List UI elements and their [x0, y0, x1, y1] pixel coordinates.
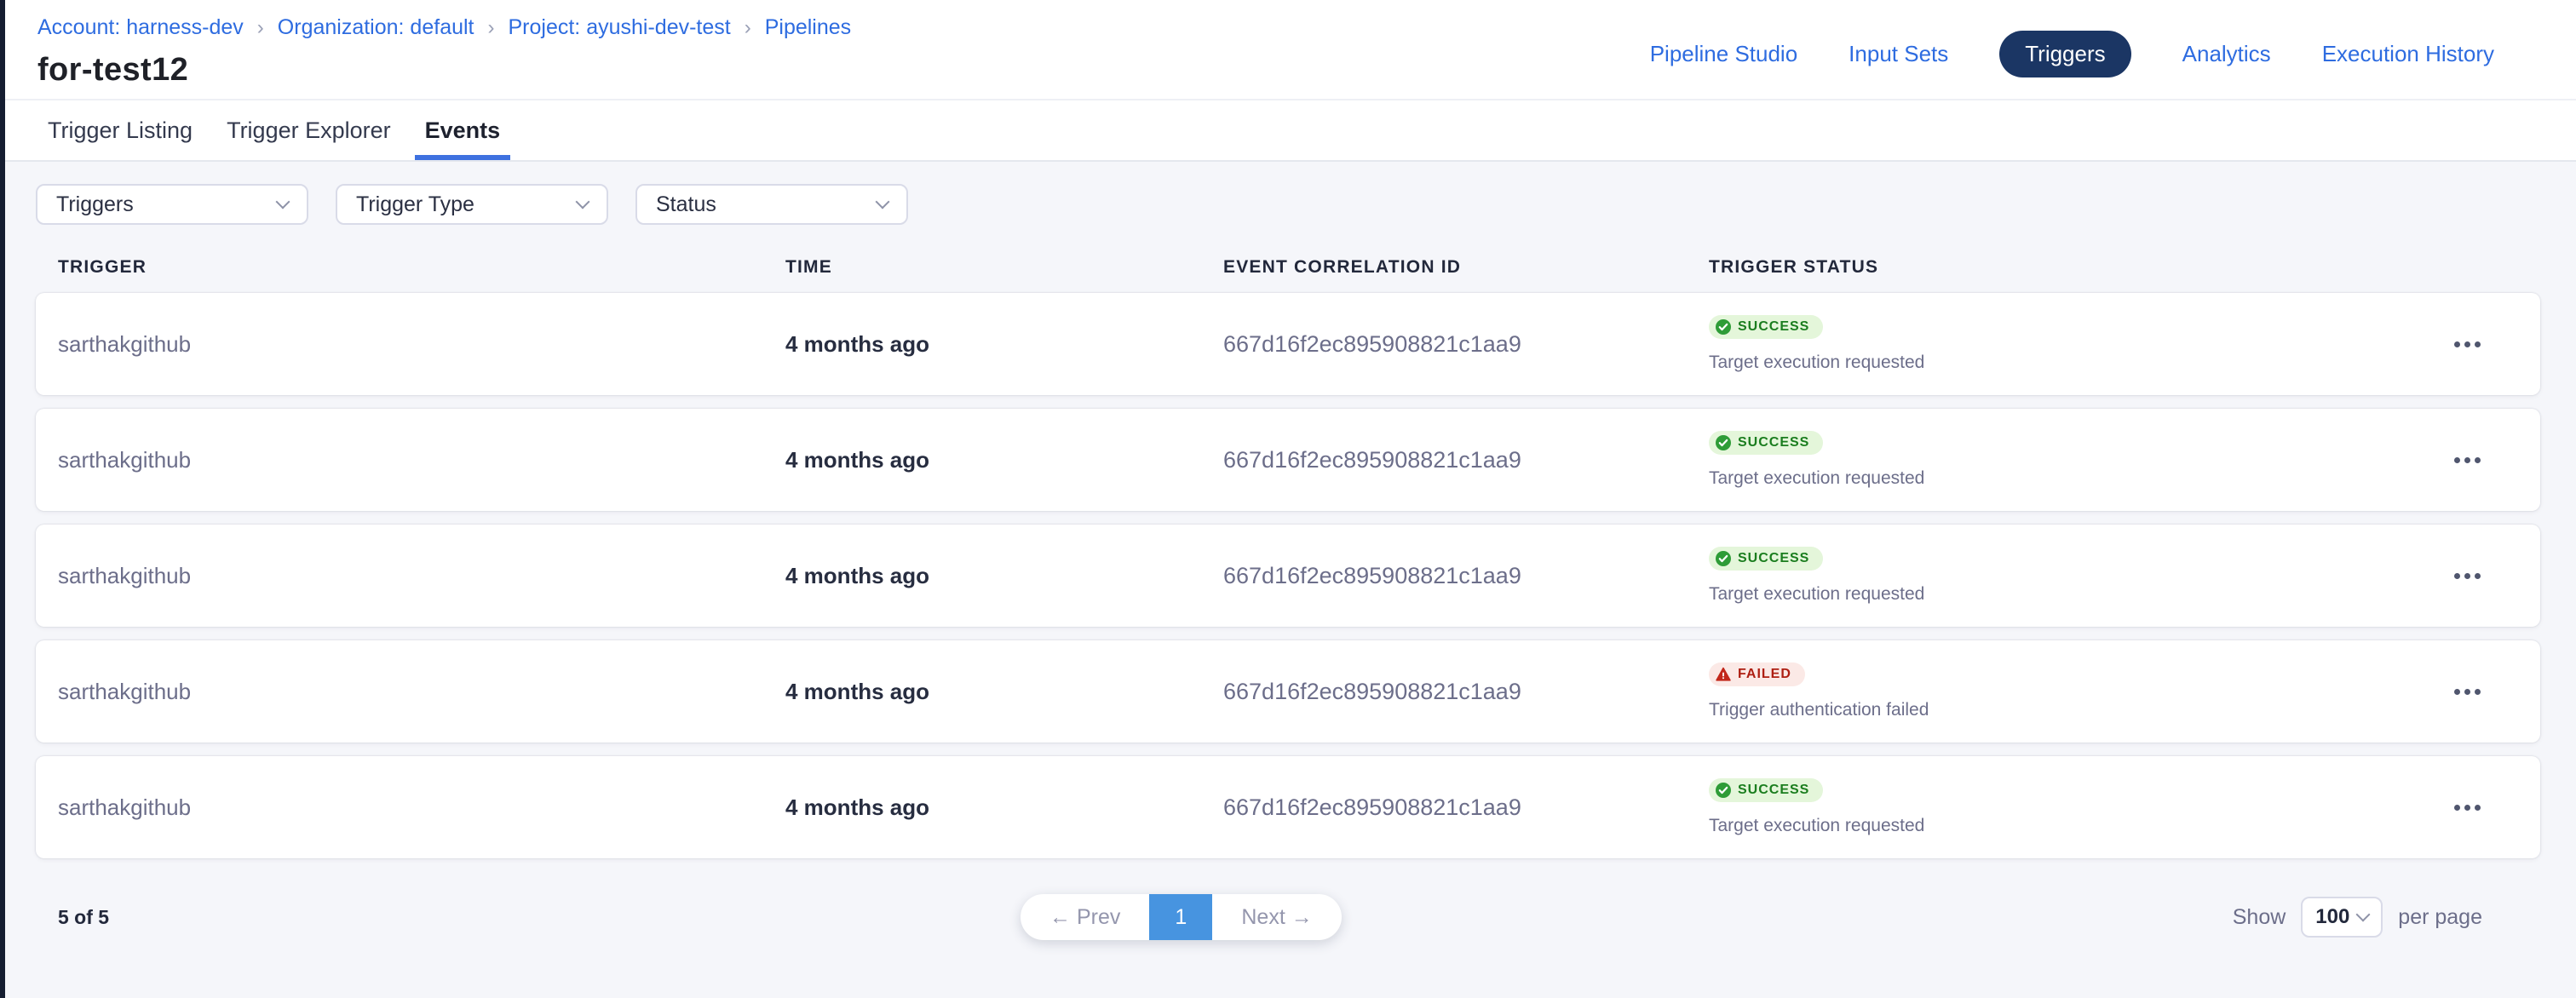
- row-actions-button[interactable]: [2416, 409, 2518, 511]
- warning-triangle-icon: [1716, 667, 1731, 682]
- nav-input-sets[interactable]: Input Sets: [1849, 41, 1948, 67]
- event-row[interactable]: sarthakgithub 4 months ago 667d16f2ec895…: [36, 756, 2540, 858]
- row-actions-button[interactable]: [2416, 525, 2518, 627]
- status-badge: SUCCESS: [1709, 315, 1823, 339]
- chevron-down-icon: [276, 195, 290, 209]
- row-actions-button[interactable]: [2416, 640, 2518, 743]
- nav-pipeline-studio[interactable]: Pipeline Studio: [1650, 41, 1797, 67]
- trigger-status-cell: SUCCESS Target execution requested: [1709, 778, 2416, 836]
- nav-triggers[interactable]: Triggers: [1999, 31, 2130, 77]
- filter-bar: Triggers Trigger Type Status: [36, 184, 2540, 225]
- status-badge-label: SUCCESS: [1738, 783, 1809, 798]
- triggers-filter-select[interactable]: Triggers: [36, 184, 308, 225]
- per-page-label: per page: [2398, 905, 2482, 930]
- pagination-summary: 5 of 5: [58, 906, 109, 929]
- event-time: 4 months ago: [785, 447, 1223, 473]
- trigger-name: sarthakgithub: [58, 794, 785, 821]
- chevron-down-icon: [576, 195, 590, 209]
- nav-analytics[interactable]: Analytics: [2182, 41, 2271, 67]
- breadcrumb-account-link[interactable]: Account: harness-dev: [37, 15, 244, 40]
- status-badge-label: SUCCESS: [1738, 435, 1809, 450]
- table-header-row: TRIGGER TIME EVENT CORRELATION ID TRIGGE…: [36, 257, 2540, 278]
- tab-events[interactable]: Events: [415, 100, 511, 160]
- breadcrumb-project-link[interactable]: Project: ayushi-dev-test: [509, 15, 731, 40]
- column-header-trigger-status: TRIGGER STATUS: [1709, 257, 2416, 278]
- column-header-correlation-id: EVENT CORRELATION ID: [1223, 257, 1709, 278]
- trigger-status-cell: SUCCESS Target execution requested: [1709, 315, 2416, 373]
- check-circle-icon: [1716, 783, 1731, 798]
- trigger-status-cell: SUCCESS Target execution requested: [1709, 431, 2416, 489]
- row-actions-button[interactable]: [2416, 756, 2518, 858]
- status-detail: Target execution requested: [1709, 816, 1924, 836]
- status-badge: SUCCESS: [1709, 431, 1823, 455]
- page-size-value: 100: [2315, 905, 2349, 929]
- status-filter-label: Status: [656, 192, 716, 217]
- status-detail: Target execution requested: [1709, 353, 1924, 373]
- column-header-trigger: TRIGGER: [58, 257, 785, 278]
- chevron-right-icon: ›: [488, 16, 495, 40]
- event-time: 4 months ago: [785, 331, 1223, 358]
- event-correlation-id: 667d16f2ec895908821c1aa9: [1223, 563, 1709, 589]
- tab-trigger-listing[interactable]: Trigger Listing: [37, 100, 203, 160]
- event-correlation-id: 667d16f2ec895908821c1aa9: [1223, 794, 1709, 821]
- trigger-name: sarthakgithub: [58, 331, 785, 358]
- breadcrumb-pipelines-link[interactable]: Pipelines: [765, 15, 851, 40]
- status-badge-label: SUCCESS: [1738, 551, 1809, 566]
- breadcrumb-organization-link[interactable]: Organization: default: [278, 15, 474, 40]
- trigger-type-filter-select[interactable]: Trigger Type: [336, 184, 608, 225]
- trigger-name: sarthakgithub: [58, 679, 785, 705]
- chevron-down-icon: [2356, 908, 2371, 922]
- column-header-time: TIME: [785, 257, 1223, 278]
- trigger-tabs: Trigger Listing Trigger Explorer Events: [0, 99, 2576, 162]
- status-badge: SUCCESS: [1709, 547, 1823, 571]
- event-time: 4 months ago: [785, 679, 1223, 705]
- trigger-status-cell: SUCCESS Target execution requested: [1709, 547, 2416, 605]
- chevron-right-icon: ›: [257, 16, 264, 40]
- status-detail: Target execution requested: [1709, 468, 1924, 489]
- status-badge-label: FAILED: [1738, 667, 1791, 682]
- status-detail: Trigger authentication failed: [1709, 700, 1929, 720]
- side-nav-edge: [0, 0, 5, 998]
- events-content: Triggers Trigger Type Status TRIGGER TIM…: [0, 162, 2576, 998]
- event-row[interactable]: sarthakgithub 4 months ago 667d16f2ec895…: [36, 409, 2540, 511]
- page-size-select[interactable]: 100: [2301, 897, 2383, 938]
- event-row[interactable]: sarthakgithub 4 months ago 667d16f2ec895…: [36, 640, 2540, 743]
- event-time: 4 months ago: [785, 563, 1223, 589]
- event-time: 4 months ago: [785, 794, 1223, 821]
- show-label: Show: [2233, 905, 2286, 930]
- status-badge: SUCCESS: [1709, 778, 1823, 802]
- status-badge-label: SUCCESS: [1738, 319, 1809, 335]
- event-correlation-id: 667d16f2ec895908821c1aa9: [1223, 679, 1709, 705]
- chevron-down-icon: [876, 195, 890, 209]
- triggers-filter-label: Triggers: [56, 192, 134, 217]
- pagination-bar: 5 of 5 ← Prev 1 Next → Show 100 per page: [36, 894, 2540, 940]
- page-size-group: Show 100 per page: [2233, 897, 2540, 938]
- pagination-controls: ← Prev 1 Next →: [1021, 894, 1342, 940]
- check-circle-icon: [1716, 551, 1731, 566]
- event-correlation-id: 667d16f2ec895908821c1aa9: [1223, 331, 1709, 358]
- event-row[interactable]: sarthakgithub 4 months ago 667d16f2ec895…: [36, 293, 2540, 395]
- next-page-button[interactable]: Next →: [1212, 894, 1341, 940]
- tab-trigger-explorer[interactable]: Trigger Explorer: [216, 100, 401, 160]
- trigger-name: sarthakgithub: [58, 447, 785, 473]
- check-circle-icon: [1716, 319, 1731, 335]
- page-header: Account: harness-dev › Organization: def…: [0, 0, 2576, 99]
- nav-execution-history[interactable]: Execution History: [2322, 41, 2494, 67]
- event-row[interactable]: sarthakgithub 4 months ago 667d16f2ec895…: [36, 525, 2540, 627]
- prev-page-button[interactable]: ← Prev: [1021, 894, 1149, 940]
- status-detail: Target execution requested: [1709, 584, 1924, 605]
- page-number-button[interactable]: 1: [1149, 894, 1212, 940]
- status-filter-select[interactable]: Status: [635, 184, 908, 225]
- chevron-right-icon: ›: [745, 16, 751, 40]
- row-actions-button[interactable]: [2416, 293, 2518, 395]
- trigger-name: sarthakgithub: [58, 563, 785, 589]
- event-correlation-id: 667d16f2ec895908821c1aa9: [1223, 447, 1709, 473]
- trigger-status-cell: FAILED Trigger authentication failed: [1709, 662, 2416, 720]
- check-circle-icon: [1716, 435, 1731, 450]
- pipeline-top-nav: Pipeline Studio Input Sets Triggers Anal…: [1650, 31, 2494, 77]
- status-badge: FAILED: [1709, 662, 1805, 686]
- trigger-type-filter-label: Trigger Type: [356, 192, 474, 217]
